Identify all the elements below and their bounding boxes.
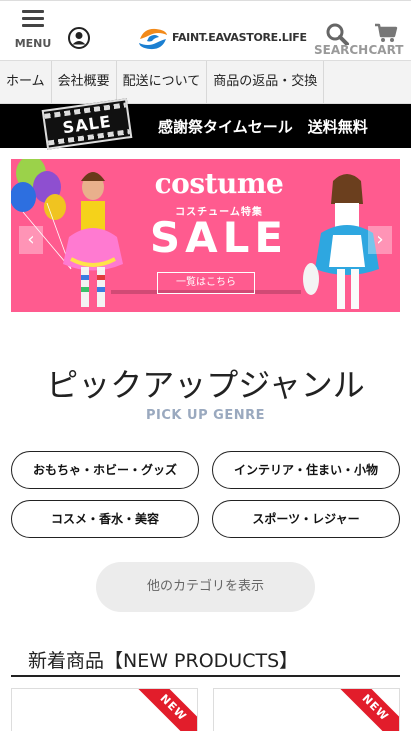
new-products-title: 新着商品【NEW PRODUCTS】 <box>28 650 299 672</box>
sale-banner[interactable]: SALE 感謝祭タイムセール 送料無料 <box>0 98 411 150</box>
logo-mark-icon <box>139 28 167 50</box>
genre-button-hobby[interactable]: おもちゃ・ホビー・グッズ <box>11 451 199 489</box>
pickup-title: ピックアップジャンル <box>46 366 365 404</box>
new-badge: NEW <box>331 689 399 731</box>
hamburger-icon <box>22 10 44 28</box>
hero-prev-button[interactable]: ‹ <box>19 226 43 254</box>
menu-button[interactable]: MENU <box>14 7 52 55</box>
nav-item-home[interactable]: ホーム <box>0 61 52 103</box>
genre-button-sports[interactable]: スポーツ・レジャー <box>212 500 400 538</box>
new-badge: NEW <box>129 689 197 731</box>
search-icon <box>326 23 349 45</box>
page: MENU FAINT.EAVASTORE.LIFE SEARCH CART ホー… <box>0 0 411 731</box>
sale-tag: SALE <box>41 98 133 150</box>
store-logo[interactable]: FAINT.EAVASTORE.LIFE <box>136 25 307 53</box>
nav-item-shipping[interactable]: 配送について <box>117 61 208 103</box>
sale-banner-text: 感謝祭タイムセール 送料無料 <box>158 118 368 136</box>
logo-text: FAINT.EAVASTORE.LIFE <box>172 31 307 44</box>
nav-item-company[interactable]: 会社概要 <box>52 61 117 103</box>
cart-button[interactable]: CART <box>368 23 404 59</box>
section-divider <box>11 675 400 677</box>
more-categories-button[interactable]: 他のカテゴリを表示 <box>96 562 315 612</box>
account-button[interactable] <box>68 27 90 49</box>
product-card[interactable]: NEW <box>213 688 400 731</box>
hero-title: costume <box>154 167 284 200</box>
pickup-subtitle: PICK UP GENRE <box>146 408 265 423</box>
cart-icon <box>375 23 398 42</box>
user-icon <box>68 27 90 49</box>
main-nav: ホーム 会社概要 配送について 商品の返品・交換 <box>0 60 411 104</box>
menu-label: MENU <box>14 37 52 50</box>
hero-slider[interactable]: ‹ › costume コスチューム特集 SALE 一覧はこちら <box>11 159 400 312</box>
genre-button-cosmetics[interactable]: コスメ・香水・美容 <box>11 500 199 538</box>
search-button[interactable]: SEARCH <box>314 23 369 59</box>
nav-item-returns[interactable]: 商品の返品・交換 <box>207 61 325 103</box>
hero-next-button[interactable]: › <box>368 226 392 254</box>
hero-list-button[interactable]: 一覧はこちら <box>157 272 255 294</box>
hero-headline: SALE <box>149 213 289 262</box>
genre-button-interior[interactable]: インテリア・住まい・小物 <box>212 451 400 489</box>
cart-label: CART <box>368 43 404 57</box>
product-card[interactable]: NEW <box>11 688 198 731</box>
header: MENU FAINT.EAVASTORE.LIFE SEARCH CART <box>0 0 411 60</box>
search-label: SEARCH <box>314 43 369 57</box>
